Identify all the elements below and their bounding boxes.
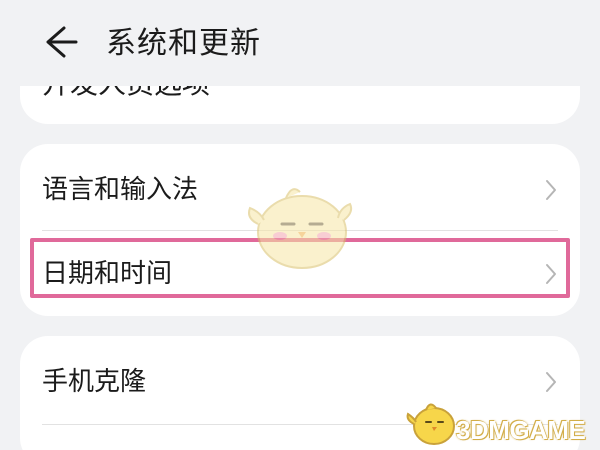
list-item-label: 日期和时间	[42, 259, 173, 289]
page-title: 系统和更新	[106, 26, 261, 61]
chevron-right-icon	[546, 264, 556, 284]
settings-card-top: 开发人员选项	[20, 86, 580, 124]
yellow-chick-mascot-icon	[406, 403, 455, 445]
chevron-right-icon	[546, 180, 556, 200]
watermark-text: 3DMGAME	[456, 415, 586, 445]
header-bar: 系统和更新	[0, 0, 600, 88]
list-item-phone-clone[interactable]: 手机克隆	[20, 340, 580, 424]
list-item-partial[interactable]: 开发人员选项	[42, 86, 210, 104]
mascot-watermark-icon	[248, 188, 353, 269]
chevron-right-icon	[546, 372, 556, 392]
list-item-label: 手机克隆	[42, 367, 147, 397]
back-button[interactable]	[36, 20, 84, 64]
arrow-left-icon	[46, 26, 78, 58]
list-item-label: 语言和输入法	[42, 175, 199, 205]
